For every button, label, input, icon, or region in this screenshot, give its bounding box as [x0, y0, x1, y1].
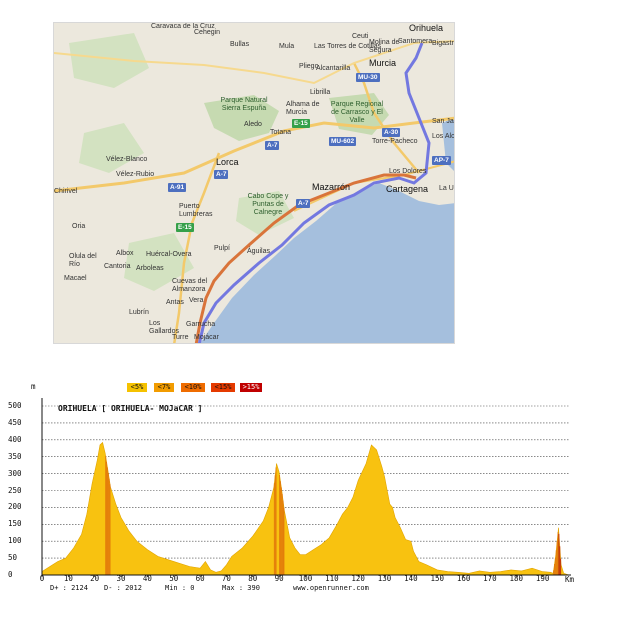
x-tick-label: 110 [325, 574, 339, 583]
legend-grade-over-15: >15% [240, 383, 262, 392]
legend-grade-5: <5% [127, 383, 147, 392]
elevation-area [41, 441, 570, 576]
y-tick-label: 150 [8, 519, 22, 529]
site-credit: www.openrunner.com [293, 584, 369, 592]
stat-d-plus: D+ : 2124 [50, 584, 88, 592]
x-tick-label: 50 [169, 574, 179, 583]
x-tick-label: 140 [404, 574, 418, 583]
y-tick-label: 250 [8, 485, 22, 495]
x-tick-label: 90 [274, 574, 284, 583]
profile-title: ORIHUELA [ ORIHUELA- MOJaCAR ] [58, 404, 203, 413]
y-tick-label: 350 [8, 451, 22, 461]
x-tick-label: 60 [195, 574, 205, 583]
stat-max: Max : 390 [222, 584, 260, 592]
y-tick-label: 500 [8, 401, 22, 410]
chart-area [41, 441, 570, 576]
legend-grade-15: <15% [211, 383, 235, 392]
x-tick-label: 180 [509, 574, 524, 583]
y-tick-label: 0 [8, 570, 13, 579]
x-tick-label: 70 [221, 574, 231, 583]
x-tick-label: 10 [63, 574, 73, 583]
y-axis-unit: m [31, 382, 36, 391]
x-tick-label: 120 [351, 574, 365, 583]
x-tick-label: 30 [116, 574, 126, 583]
legend-grade-10: <10% [181, 383, 205, 392]
y-tick-label: 450 [8, 417, 22, 427]
x-tick-label: 40 [142, 574, 152, 583]
y-tick-label: 100 [8, 536, 22, 546]
legend-grade-7: <7% [154, 383, 174, 392]
x-axis-unit: Km [565, 575, 575, 584]
y-tick-label: 400 [8, 434, 22, 444]
x-tick-label: 190 [535, 574, 550, 583]
y-tick-label: 200 [8, 502, 22, 512]
x-tick-label: 170 [483, 574, 497, 583]
x-tick-label: 150 [430, 574, 445, 583]
x-tick-label: 100 [298, 574, 313, 583]
y-tick-label: 50 [8, 553, 18, 563]
y-tick-label: 300 [8, 468, 22, 478]
elevation-chart-canvas [41, 398, 571, 577]
x-tick-label: 160 [456, 574, 471, 583]
stat-min: Min : 0 [165, 584, 195, 592]
x-tick-label: 20 [90, 574, 100, 583]
stat-d-minus: D- : 2012 [104, 584, 142, 592]
x-tick-label: 130 [377, 574, 392, 583]
x-tick-label: 80 [248, 574, 258, 583]
x-tick-label: 0 [39, 574, 45, 583]
